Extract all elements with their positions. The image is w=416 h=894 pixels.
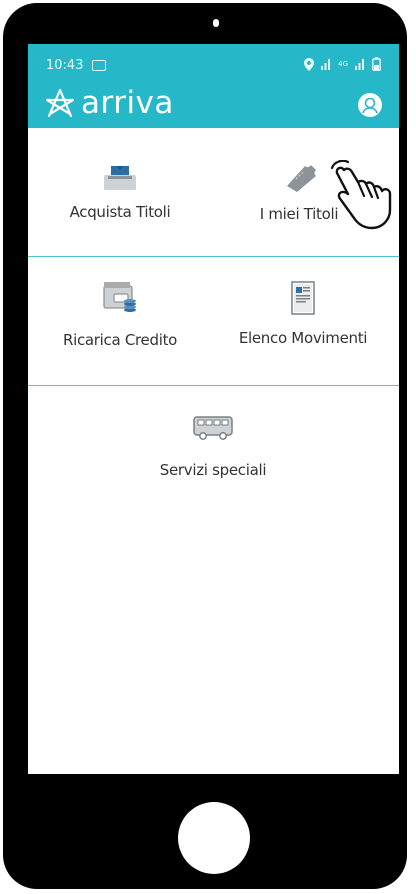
ticket-machine-icon — [104, 166, 136, 190]
message-icon — [92, 60, 106, 71]
signal-icon — [321, 59, 331, 70]
status-time: 10:43 — [46, 58, 84, 73]
elenco-movimenti-label: Elenco Movimenti — [238, 329, 368, 347]
ricarica-credito-button[interactable]: Ricarica Credito — [58, 280, 182, 349]
home-button[interactable] — [178, 802, 250, 874]
ricarica-credito-label: Ricarica Credito — [62, 331, 178, 349]
pointing-hand-icon — [330, 160, 392, 230]
network-type: 4G — [338, 59, 348, 68]
servizi-speciali-button[interactable]: Servizi speciali — [148, 414, 278, 479]
user-icon[interactable] — [357, 92, 383, 118]
servizi-speciali-label: Servizi speciali — [159, 461, 267, 479]
ticket-icon — [287, 165, 316, 192]
brand-name: arriva — [81, 85, 174, 121]
location-icon — [304, 57, 315, 71]
wallet-icon — [103, 282, 136, 312]
arriva-logo-icon — [45, 88, 75, 118]
status-icons: 4G — [304, 57, 381, 71]
divider — [28, 385, 399, 386]
app-screen: 10:43 4G arriva Acquista Titoli I miei T… — [28, 44, 399, 774]
acquista-titoli-label: Acquista Titoli — [69, 203, 171, 221]
app-header: 10:43 4G arriva — [28, 44, 399, 128]
document-icon — [291, 281, 315, 315]
battery-icon — [372, 57, 381, 71]
bus-icon — [193, 416, 233, 440]
camera-icon — [213, 19, 219, 27]
divider — [28, 256, 399, 257]
brand: arriva — [44, 85, 174, 121]
elenco-movimenti-button[interactable]: Elenco Movimenti — [233, 280, 373, 347]
acquista-titoli-button[interactable]: Acquista Titoli — [58, 164, 182, 221]
signal-icon — [355, 59, 364, 70]
phone-frame: 10:43 4G arriva Acquista Titoli I miei T… — [0, 0, 416, 894]
